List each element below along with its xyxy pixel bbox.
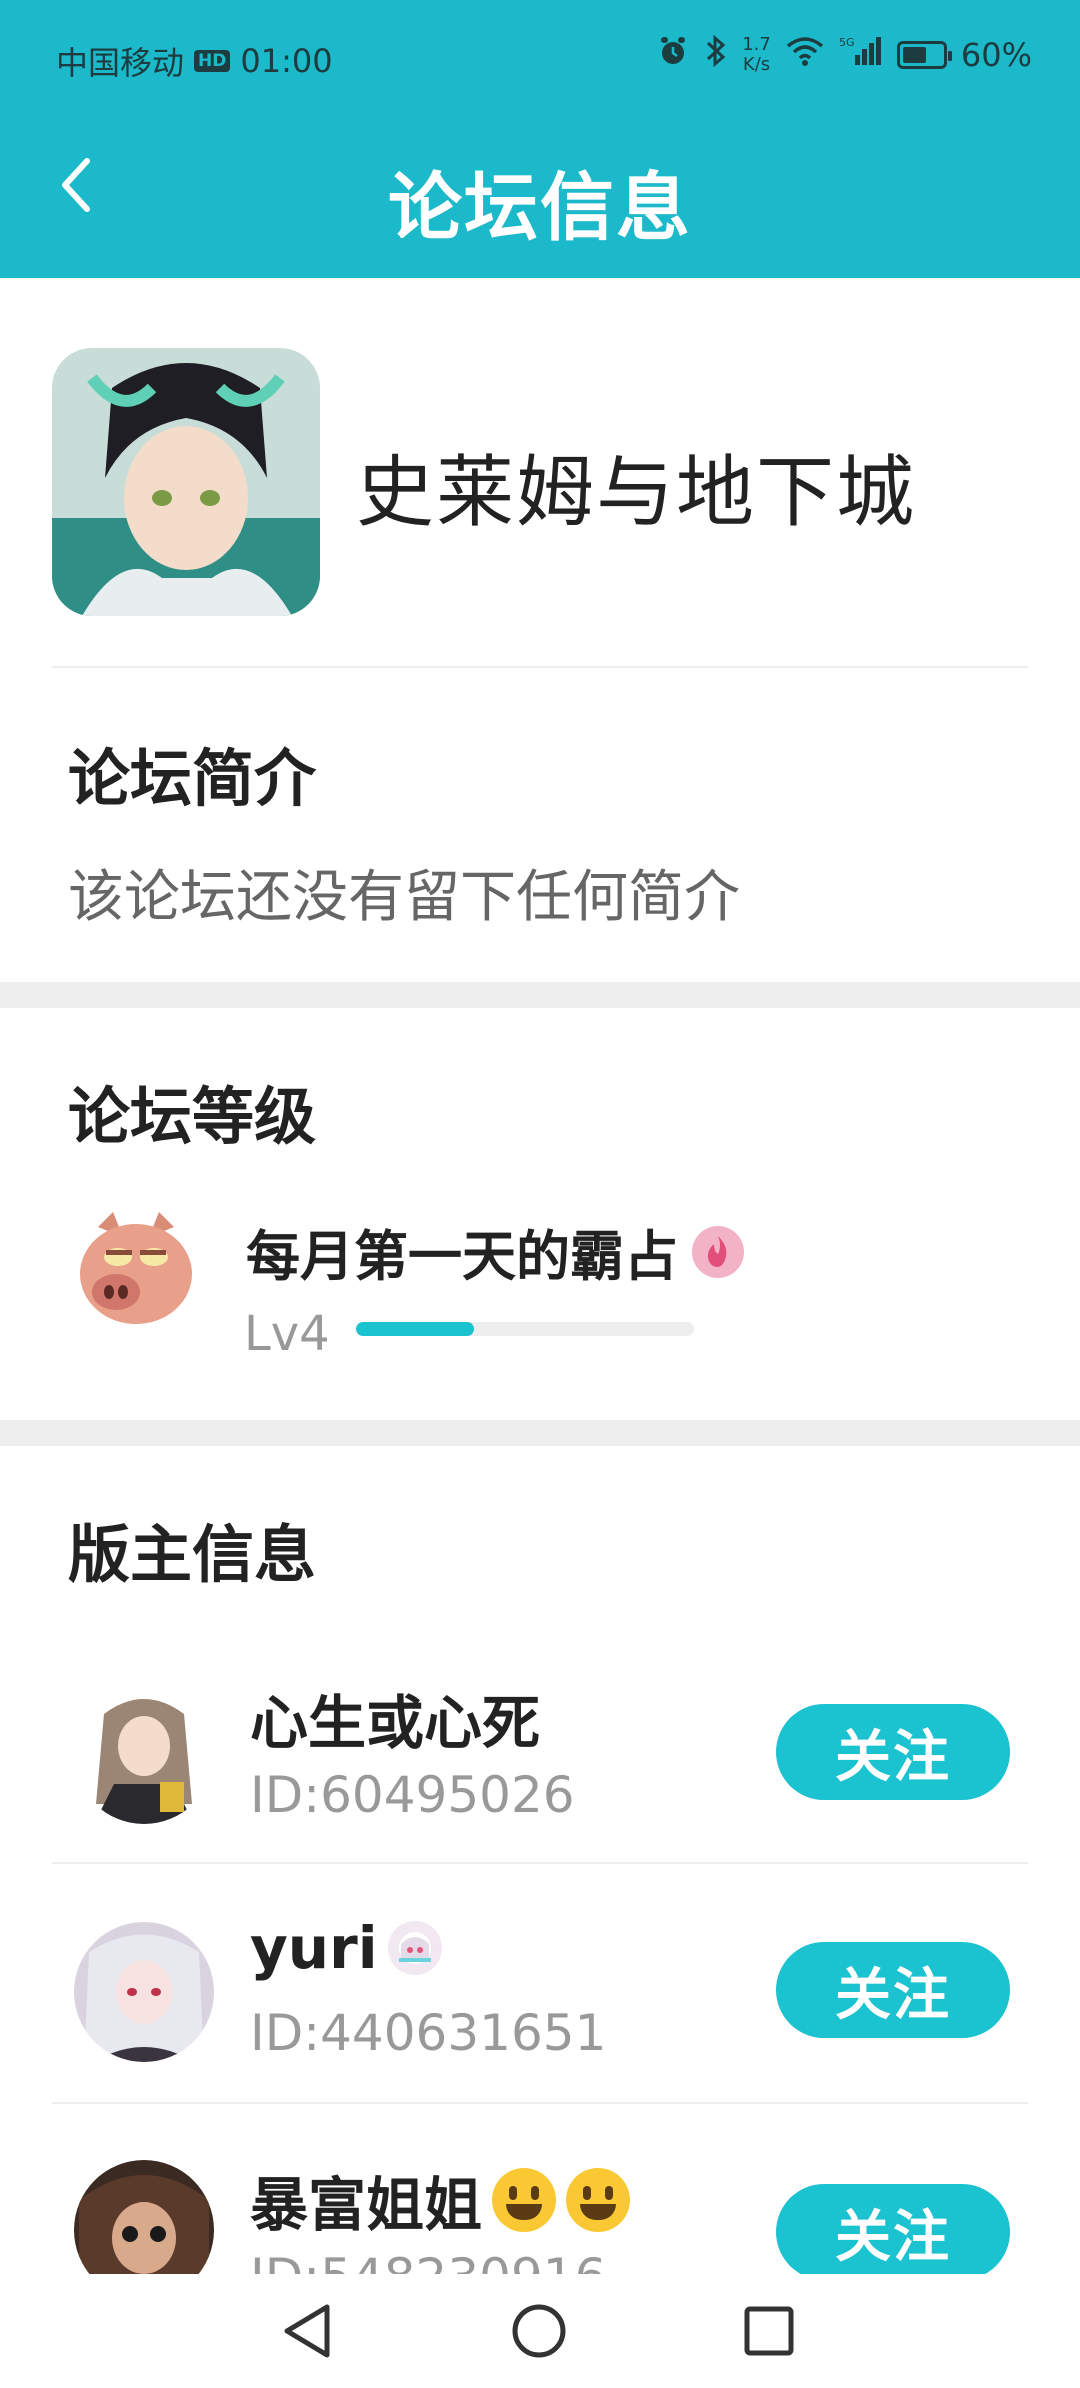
follow-button[interactable]: 关注 <box>776 1704 1010 1800</box>
battery-icon <box>896 41 952 69</box>
square-recents-icon <box>744 2306 794 2356</box>
moderators-title: 版主信息 <box>68 1518 317 1591</box>
net-speed-unit: K/s <box>742 54 771 75</box>
moderator-avatar[interactable] <box>74 2160 214 2274</box>
avatar-badge-icon <box>387 1921 442 1975</box>
nav-back-button[interactable] <box>272 2296 342 2366</box>
triangle-back-icon <box>284 2304 330 2358</box>
moderator-row[interactable]: 心生或心死 ID:60495026 关注 <box>0 1630 1080 1868</box>
svg-text:5G: 5G <box>839 36 855 49</box>
status-bar: 中国移动 HD 01:00 1.7 K/s 5G 60% <box>0 0 1080 120</box>
section-gap <box>0 1420 1080 1446</box>
moderator-id: ID:548230916 <box>250 2248 606 2274</box>
divider <box>52 666 1028 668</box>
moderator-name-text: 心生或心死 <box>250 1689 541 1757</box>
divider <box>52 1862 1028 1864</box>
level-lv: Lv4 <box>244 1306 330 1362</box>
net-speed-value: 1.7 <box>742 34 771 55</box>
moderator-name: 暴富姐姐 <box>250 2158 631 2242</box>
top-bar: 中国移动 HD 01:00 1.7 K/s 5G 60% 论坛信息 <box>0 0 1080 278</box>
bluetooth-icon <box>704 34 728 76</box>
nav-bar: 论坛信息 <box>0 120 1080 278</box>
level-name: 每月第一天的霸占 <box>246 1212 744 1291</box>
signal-icon: 5G <box>839 35 883 75</box>
forum-avatar[interactable] <box>52 348 320 616</box>
moderator-id: ID:440631651 <box>250 2004 607 2062</box>
wifi-icon <box>785 35 825 75</box>
moderator-name: 心生或心死 <box>250 1676 540 1760</box>
alarm-icon <box>656 34 690 76</box>
level-name-text: 每月第一天的霸占 <box>246 1225 678 1288</box>
status-right: 1.7 K/s 5G 60% <box>656 34 1032 76</box>
carrier-label: 中国移动 <box>56 44 185 82</box>
level-progress-fill <box>356 1322 475 1336</box>
flame-icon <box>692 1225 744 1278</box>
net-speed: 1.7 K/s <box>742 35 771 75</box>
page-title: 论坛信息 <box>388 165 692 251</box>
intro-title: 论坛简介 <box>68 742 317 815</box>
battery-percent: 60% <box>960 36 1032 74</box>
moderator-id: ID:60495026 <box>250 1766 575 1824</box>
moderator-name: yuri <box>250 1914 442 1982</box>
level-progress <box>356 1322 694 1336</box>
status-left: 中国移动 HD 01:00 <box>56 38 333 84</box>
moderator-name-text: 暴富姐姐 <box>250 2171 483 2239</box>
forum-header: 史莱姆与地下城 <box>0 278 1080 668</box>
status-time: 01:00 <box>240 42 333 80</box>
moderator-row[interactable]: yuri ID:440631651 关注 <box>0 1868 1080 2106</box>
hd-badge: HD <box>194 50 231 72</box>
grinning-face-icon <box>492 2168 557 2232</box>
nav-home-button[interactable] <box>504 2296 574 2366</box>
level-title: 论坛等级 <box>68 1080 317 1153</box>
moderator-avatar[interactable] <box>74 1684 214 1824</box>
grinning-face-icon <box>566 2168 631 2232</box>
follow-button[interactable]: 关注 <box>776 2184 1010 2274</box>
divider <box>52 2102 1028 2104</box>
moderator-name-text: yuri <box>250 1914 378 1982</box>
intro-text: 该论坛还没有留下任何简介 <box>68 865 740 930</box>
level-avatar <box>68 1202 204 1338</box>
moderator-row[interactable]: 暴富姐姐 ID:548230916 关注 <box>0 2108 1080 2274</box>
nav-recents-button[interactable] <box>734 2296 804 2366</box>
moderator-avatar[interactable] <box>74 1922 214 2062</box>
follow-button[interactable]: 关注 <box>776 1942 1010 2038</box>
circle-home-icon <box>512 2304 566 2358</box>
section-gap <box>0 982 1080 1008</box>
system-nav-bar <box>0 2274 1080 2388</box>
forum-name: 史莱姆与地下城 <box>356 448 917 538</box>
